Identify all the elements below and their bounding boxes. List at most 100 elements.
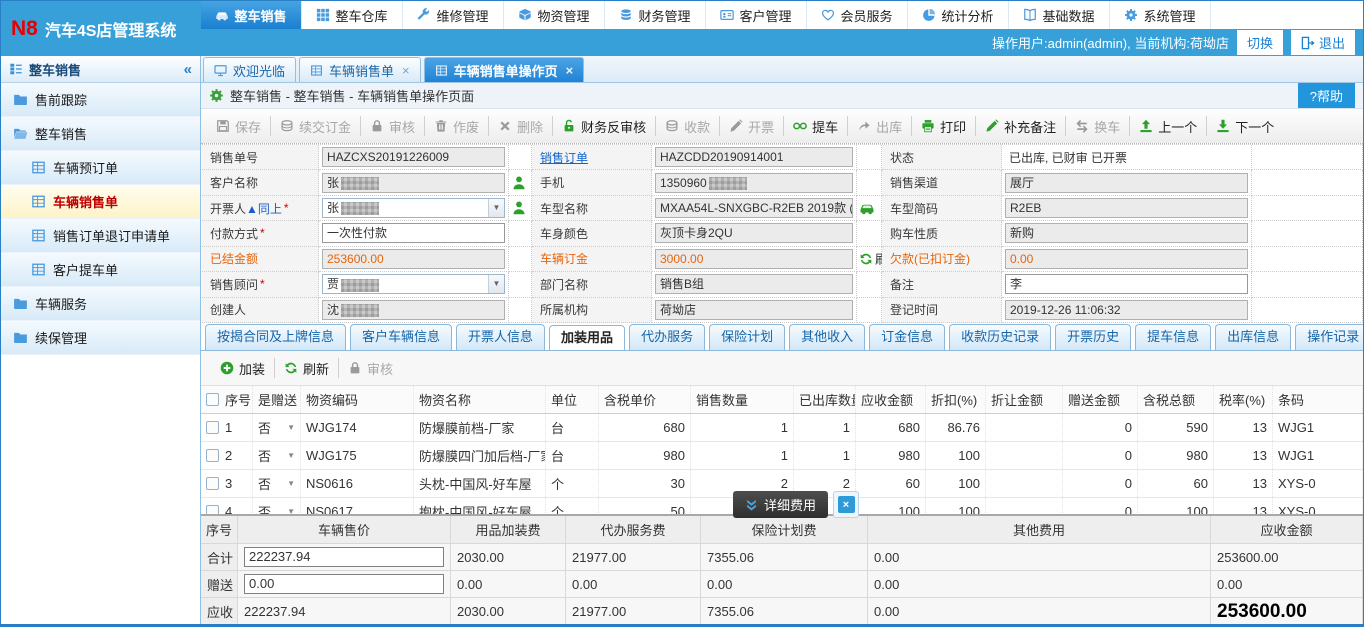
gift-value: 否 <box>258 418 271 437</box>
form-cell-empty <box>857 272 882 297</box>
sidebar-item-label: 续保管理 <box>35 328 87 347</box>
logout-button[interactable]: 退出 <box>1291 30 1355 55</box>
select-all-checkbox[interactable] <box>206 393 219 406</box>
detail-tab[interactable]: 订金信息 <box>869 324 945 350</box>
form-select[interactable]: 张▼ <box>322 198 505 218</box>
switch-org-button[interactable]: 切换 <box>1237 30 1283 55</box>
person-icon[interactable] <box>511 200 527 216</box>
detail-tab[interactable]: 保险计划 <box>709 324 785 350</box>
detail-tab[interactable]: 按揭合同及上牌信息 <box>205 324 346 350</box>
gift-dropdown[interactable]: 否▼ <box>253 442 301 469</box>
gift-dropdown[interactable]: 否▼ <box>253 470 301 497</box>
same-as-above-marker[interactable]: ▲同上 <box>246 200 282 217</box>
form-field[interactable]: 荷坳店 <box>655 300 853 320</box>
nav-tab[interactable]: 会员服务 <box>807 1 908 29</box>
sidebar-item[interactable]: 客户提车单 <box>1 253 200 287</box>
detail-tab[interactable]: 代办服务 <box>629 324 705 350</box>
censored-text <box>341 279 379 292</box>
toolbar-button[interactable]: 加装 <box>211 351 274 385</box>
form-cell: 0.00 <box>1002 247 1252 272</box>
row-checkbox[interactable] <box>206 449 219 462</box>
sidebar-item[interactable]: 车辆销售单 <box>1 185 200 219</box>
sales-order-link[interactable]: 销售订单 <box>540 149 588 166</box>
nav-tab[interactable]: 财务管理 <box>605 1 706 29</box>
form-field[interactable]: HAZCXS20191226009 <box>322 147 505 167</box>
close-icon[interactable]: × <box>566 63 574 78</box>
toolbar-button[interactable]: 下一个 <box>1207 109 1283 143</box>
toolbar-button[interactable]: 财务反审核 <box>553 109 655 143</box>
nav-tab[interactable]: 系统管理 <box>1110 1 1211 29</box>
help-button[interactable]: ?帮助 <box>1298 83 1355 108</box>
nav-tab[interactable]: 物资管理 <box>504 1 605 29</box>
sidebar-item[interactable]: 销售订单退订申请单 <box>1 219 200 253</box>
nav-tab[interactable]: 统计分析 <box>908 1 1009 29</box>
form-field[interactable]: MXAA54L-SNXGBC-R2EB 2019款 ( <box>655 198 853 218</box>
form-select[interactable]: 贾▼ <box>322 274 505 294</box>
nav-tab[interactable]: 客户管理 <box>706 1 807 29</box>
detail-tab[interactable]: 开票历史 <box>1055 324 1131 350</box>
form-field[interactable]: 销售B组 <box>655 274 853 294</box>
form-field[interactable]: R2EB <box>1005 198 1248 218</box>
toolbar-button-label: 审核 <box>367 359 393 378</box>
form-field[interactable]: 0.00 <box>1005 249 1248 269</box>
sidebar-item[interactable]: 整车销售 <box>1 117 200 151</box>
breadcrumb: 整车销售 - 整车销售 - 车辆销售单操作页面 ?帮助 <box>201 83 1363 109</box>
form-field[interactable]: HAZCDD20190914001 <box>655 147 853 167</box>
toolbar-button[interactable]: 打印 <box>912 109 975 143</box>
detail-tab[interactable]: 收款历史记录 <box>949 324 1051 350</box>
workspace-tab[interactable]: 车辆销售单操作页× <box>424 57 585 82</box>
sidebar-collapse-button[interactable]: « <box>184 61 192 78</box>
form-field[interactable]: 灰顶卡身2QU <box>655 223 853 243</box>
form-field[interactable]: 李 <box>1005 274 1248 294</box>
sidebar-item[interactable]: 续保管理 <box>1 321 200 355</box>
detail-tab[interactable]: 提车信息 <box>1135 324 1211 350</box>
fee-input[interactable]: 222237.94 <box>244 547 444 567</box>
fee-input[interactable]: 0.00 <box>244 574 444 594</box>
fee-cell: 0.00 <box>701 571 868 598</box>
form-field[interactable]: 253600.00 <box>322 249 505 269</box>
nav-tab[interactable]: 整车销售 <box>201 1 302 29</box>
toolbar-button[interactable]: 刷新 <box>275 351 338 385</box>
form-label-text: 手机 <box>540 174 564 191</box>
form-field[interactable]: 新购 <box>1005 223 1248 243</box>
form-field[interactable]: 2019-12-26 11:06:32 <box>1005 300 1248 320</box>
row-checkbox[interactable] <box>206 477 219 490</box>
form-field[interactable]: 1350960 <box>655 173 853 193</box>
gift-dropdown[interactable]: 否▼ <box>253 414 301 441</box>
toolbar-button[interactable]: 上一个 <box>1130 109 1206 143</box>
close-icon[interactable]: × <box>402 63 410 78</box>
nav-tab[interactable]: 基础数据 <box>1009 1 1110 29</box>
form-cell: MXAA54L-SNXGBC-R2EB 2019款 ( <box>652 196 857 221</box>
sidebar-item[interactable]: 车辆服务 <box>1 287 200 321</box>
nav-tab[interactable]: 维修管理 <box>403 1 504 29</box>
sidebar-item[interactable]: 车辆预订单 <box>1 151 200 185</box>
nav-tab[interactable]: 整车仓库 <box>302 1 403 29</box>
detail-tab[interactable]: 操作记录 <box>1295 324 1363 350</box>
doc-icon <box>31 228 46 243</box>
person-icon[interactable] <box>511 175 527 191</box>
form-field[interactable]: 3000.00 <box>655 249 853 269</box>
detail-tab[interactable]: 客户车辆信息 <box>350 324 452 350</box>
sidebar-item[interactable]: 售前跟踪 <box>1 83 200 117</box>
detail-tab[interactable]: 出库信息 <box>1215 324 1291 350</box>
row-seq: 1 <box>225 420 232 435</box>
detail-fee-toggle[interactable]: 详细费用 <box>733 491 828 518</box>
detail-tab[interactable]: 加装用品 <box>549 325 625 351</box>
toolbar-button[interactable]: 提车 <box>784 109 847 143</box>
workspace-tab[interactable]: 欢迎光临 <box>203 57 296 82</box>
folder-icon <box>13 296 28 311</box>
toolbar-button[interactable]: 补充备注 <box>976 109 1065 143</box>
form-field[interactable]: 展厅 <box>1005 173 1248 193</box>
table-cell: 980 <box>1138 442 1214 469</box>
detail-tab[interactable]: 其他收入 <box>789 324 865 350</box>
form-field[interactable]: 张 <box>322 173 505 193</box>
row-checkbox[interactable] <box>206 421 219 434</box>
detail-tab[interactable]: 开票人信息 <box>456 324 545 350</box>
workspace-tab[interactable]: 车辆销售单× <box>299 57 421 82</box>
form-field[interactable]: 一次性付款 <box>322 223 505 243</box>
form-label: 手机 <box>532 170 652 195</box>
table-cell: 头枕-中国风-好车屋 <box>414 470 546 497</box>
form-field[interactable]: 沈 <box>322 300 505 320</box>
car-icon[interactable] <box>859 200 875 216</box>
close-icon[interactable]: × <box>838 496 855 513</box>
